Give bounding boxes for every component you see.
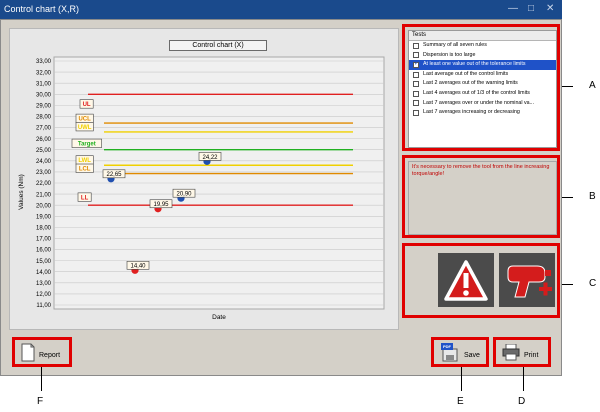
save-label: Save: [464, 352, 480, 359]
y-tick-label: 29,00: [36, 104, 52, 110]
screenshot-stage: Control chart (X,R) — □ ✕ 11,00 12,00 13,0…: [0, 0, 600, 412]
callout-c: C: [589, 278, 597, 289]
close-button[interactable]: ✕: [546, 3, 554, 14]
y-tick-label: 17,00: [36, 237, 52, 243]
callout-line-e: [461, 367, 462, 391]
test-checkbox[interactable]: [413, 52, 419, 59]
y-tick-label: 13,00: [36, 281, 52, 287]
callout-d: D: [518, 396, 526, 407]
y-axis-label: Values (Nm): [18, 174, 25, 210]
test-label: Summary of all seven rules: [423, 42, 487, 48]
test-checkbox[interactable]: [413, 60, 419, 70]
y-tick-label: 31,00: [36, 81, 52, 87]
test-item[interactable]: At least one value out of the tolerance …: [409, 60, 556, 70]
test-checkbox[interactable]: [413, 42, 419, 49]
callout-a: A: [589, 80, 596, 91]
alert-message: It's necessary to remove the tool from t…: [408, 161, 557, 235]
window-title: Control chart (X,R): [4, 4, 80, 14]
y-tick-label: 27,00: [36, 126, 52, 132]
callout-f: F: [37, 396, 44, 407]
limit-label-target: Target: [78, 142, 96, 148]
save-button[interactable]: PDF Save: [431, 337, 489, 367]
test-checkbox[interactable]: [413, 71, 419, 78]
y-tick-label: 22,00: [36, 181, 52, 187]
maximize-button[interactable]: □: [528, 3, 534, 14]
report-label: Report: [39, 352, 61, 359]
limit-label-ucl: UCL: [78, 117, 91, 123]
y-tick-label: 26,00: [36, 137, 52, 143]
y-tick-label: 25,00: [36, 148, 52, 154]
torque-tool-icon: [499, 253, 555, 307]
action-icons-panel: [402, 243, 560, 318]
y-tick-label: 20,00: [36, 203, 52, 209]
y-tick-label: 32,00: [36, 70, 52, 76]
report-doc-icon: [21, 343, 35, 362]
test-label: Dispersion is too large: [423, 51, 476, 58]
y-tick-label: 18,00: [36, 226, 52, 232]
report-button[interactable]: Report: [12, 337, 72, 367]
tests-header: Tests: [409, 31, 556, 41]
limit-label-lcl: LCL: [79, 167, 91, 173]
test-checkbox[interactable]: [413, 81, 419, 88]
chart-title: Control chart (X): [169, 40, 267, 51]
y-tick-label: 24,00: [36, 159, 52, 165]
test-label: Last 7 averages increasing or decreasing: [423, 109, 520, 116]
test-item[interactable]: Last average out of the control limits: [409, 70, 556, 80]
test-label: Last 7 averages over or under the nomina…: [423, 99, 535, 106]
test-label: At least one value out of the tolerance …: [423, 61, 526, 68]
test-checkbox[interactable]: [413, 109, 419, 116]
y-tick-label: 19,00: [36, 214, 52, 220]
test-checkbox[interactable]: [413, 90, 419, 97]
test-item[interactable]: Last 2 averages out of the warning limit…: [409, 79, 556, 89]
test-label: Last 2 averages out of the warning limit…: [423, 80, 518, 87]
test-item[interactable]: Dispersion is too large: [409, 51, 556, 61]
tests-list: Tests Summary of all seven rules Dispersi…: [408, 30, 557, 148]
y-tick-label: 11,00: [36, 303, 51, 309]
printer-icon: [502, 344, 520, 361]
test-label: Last 4 averages out of 1/3 of the contro…: [423, 89, 530, 96]
limit-label-ul: UL: [83, 102, 91, 108]
y-tick-label: 28,00: [36, 115, 52, 121]
y-tick-label: 30,00: [36, 92, 52, 98]
callout-line-a: [562, 86, 573, 87]
warning-triangle-icon: [438, 253, 494, 307]
data-label: 24,22: [202, 155, 218, 161]
data-label: 19,95: [153, 202, 169, 208]
callout-line-c: [562, 284, 573, 285]
callout-line-d: [523, 367, 524, 391]
x-axis-label: Date: [212, 314, 226, 321]
pdf-badge: PDF: [443, 344, 451, 349]
message-panel: It's necessary to remove the tool from t…: [402, 155, 560, 238]
test-item[interactable]: Summary of all seven rules: [409, 41, 556, 51]
test-label: Last average out of the control limits: [423, 70, 509, 77]
data-label: 14,40: [130, 264, 146, 270]
test-checkbox[interactable]: [413, 100, 419, 107]
callout-line-f: [41, 367, 42, 391]
data-label: 20,90: [176, 192, 192, 198]
callout-e: E: [457, 396, 464, 407]
control-chart: 11,00 12,00 13,00 14,00 15,00 16,00 17,00 18,00…: [18, 56, 385, 321]
tests-panel: Tests Summary of all seven rules Dispersi…: [402, 24, 560, 151]
test-item[interactable]: Last 4 averages out of 1/3 of the contro…: [409, 89, 556, 99]
print-button[interactable]: Print: [493, 337, 551, 367]
y-tick-label: 14,00: [36, 270, 52, 276]
y-tick-label: 21,00: [36, 192, 52, 198]
print-label: Print: [524, 352, 539, 359]
y-tick-label: 23,00: [36, 170, 52, 176]
limit-label-uwl: UWL: [78, 125, 92, 131]
y-tick-label: 12,00: [36, 292, 52, 298]
callout-b: B: [589, 191, 596, 202]
minimize-button[interactable]: —: [508, 3, 518, 14]
data-label: 22,65: [106, 172, 122, 178]
y-tick-label: 16,00: [36, 248, 52, 254]
test-item[interactable]: Last 7 averages increasing or decreasing: [409, 108, 556, 118]
control-chart-panel: 11,00 12,00 13,00 14,00 15,00 16,00 17,00 18,00…: [9, 28, 399, 330]
test-item[interactable]: Last 7 averages over or under the nomina…: [409, 99, 556, 109]
y-tick-label: 33,00: [36, 59, 52, 65]
limit-label-ll: LL: [81, 195, 89, 201]
callout-line-b: [562, 197, 573, 198]
title-bar: Control chart (X,R) — □ ✕: [0, 0, 562, 19]
y-tick-label: 15,00: [36, 259, 52, 265]
limit-label-lwl: LWL: [78, 158, 91, 164]
